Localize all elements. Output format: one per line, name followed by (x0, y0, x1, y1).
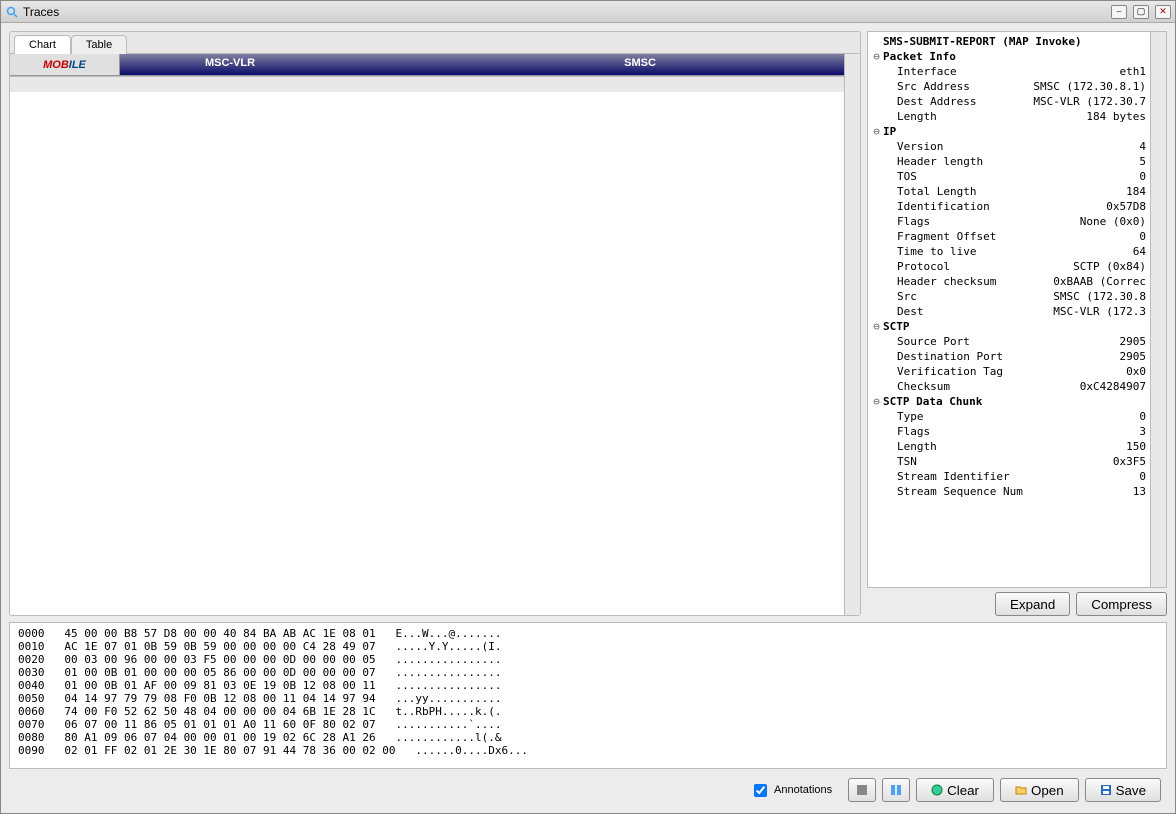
tree-item[interactable]: Stream Sequence Num13 (872, 484, 1146, 499)
chart-pane: Chart Table MOBILE MSC-VLRSMSC SMS-SUBMI… (9, 31, 861, 616)
open-button[interactable]: Open (1000, 778, 1079, 802)
tree-section[interactable]: SMS-SUBMIT-REPORT (MAP Invoke) (872, 34, 1146, 49)
upper-panes: Chart Table MOBILE MSC-VLR SMSC SMS-SUBMI… (9, 31, 1167, 616)
tree-item[interactable]: Fragment Offset0 (872, 229, 1146, 244)
tree-item[interactable]: Source Port2905 (872, 334, 1146, 349)
tab-chart[interactable]: Chart (14, 35, 71, 54)
annotations-checkbox[interactable] (754, 784, 767, 797)
tree-item[interactable]: FlagsNone (0x0) (872, 214, 1146, 229)
footer-toolbar: Annotations Clear Open Save (9, 775, 1167, 805)
lane-header-label: SMSC (624, 57, 656, 69)
tree-item[interactable]: Src AddressSMSC (172.30.8.1) (872, 79, 1146, 94)
tree-item[interactable]: SrcSMSC (172.30.8 (872, 289, 1146, 304)
tree-item[interactable]: Time to live64 (872, 244, 1146, 259)
pause-button[interactable] (882, 778, 910, 802)
tree-section[interactable]: ⊖SCTP (872, 319, 1146, 334)
traces-window: Traces ⎯ ▢ ✕ Chart Table MOBILE (0, 0, 1176, 814)
tree-item[interactable]: Identification0x57D8 (872, 199, 1146, 214)
tree-item[interactable]: TSN0x3F5 (872, 454, 1146, 469)
annotations-label: Annotations (774, 784, 832, 796)
tab-table[interactable]: Table (71, 35, 127, 54)
stop-button[interactable] (848, 778, 876, 802)
chart-logo: MOBILE (10, 54, 120, 75)
minimize-icon[interactable]: ⎯ (1111, 5, 1127, 19)
tree-item[interactable]: Header checksum0xBAAB (Correc (872, 274, 1146, 289)
tree-section[interactable]: ⊖SCTP Data Chunk (872, 394, 1146, 409)
annotations-toggle[interactable]: Annotations (750, 781, 832, 800)
window-title: Traces (23, 5, 1105, 19)
tree-item[interactable]: Interfaceeth1 (872, 64, 1146, 79)
chart-hscroll[interactable] (10, 76, 844, 92)
chart-header: MOBILE MSC-VLR SMSC (10, 54, 844, 76)
globe-icon (931, 784, 943, 796)
titlebar[interactable]: Traces ⎯ ▢ ✕ (1, 1, 1175, 23)
save-button[interactable]: Save (1085, 778, 1161, 802)
details-pane: SMS-SUBMIT-REPORT (MAP Invoke)⊖Packet In… (867, 31, 1167, 616)
compress-button[interactable]: Compress (1076, 592, 1167, 616)
tree-vscroll[interactable] (1150, 32, 1166, 587)
tree-item[interactable]: Verification Tag0x0 (872, 364, 1146, 379)
tree-section[interactable]: ⊖Packet Info (872, 49, 1146, 64)
expand-button[interactable]: Expand (995, 592, 1070, 616)
maximize-icon[interactable]: ▢ (1133, 5, 1149, 19)
packet-tree[interactable]: SMS-SUBMIT-REPORT (MAP Invoke)⊖Packet In… (867, 31, 1167, 588)
folder-icon (1015, 784, 1027, 796)
tree-item[interactable]: Version4 (872, 139, 1146, 154)
lane-header-label: MSC-VLR (205, 57, 255, 69)
tree-item[interactable]: Header length5 (872, 154, 1146, 169)
tree-item[interactable]: Length150 (872, 439, 1146, 454)
search-icon (5, 5, 19, 19)
tree-item[interactable]: TOS0 (872, 169, 1146, 184)
tree-item[interactable]: Checksum0xC4284907 (872, 379, 1146, 394)
tree-item[interactable]: Stream Identifier0 (872, 469, 1146, 484)
clear-button[interactable]: Clear (916, 778, 994, 802)
disk-icon (1100, 784, 1112, 796)
tree-item[interactable]: Length184 bytes (872, 109, 1146, 124)
tree-item[interactable]: Destination Port2905 (872, 349, 1146, 364)
tree-item[interactable]: Dest AddressMSC-VLR (172.30.7 (872, 94, 1146, 109)
tree-item[interactable]: Type0 (872, 409, 1146, 424)
tree-item[interactable]: Flags3 (872, 424, 1146, 439)
content: Chart Table MOBILE MSC-VLR SMSC SMS-SUBMI… (1, 23, 1175, 813)
tree-item[interactable]: DestMSC-VLR (172.3 (872, 304, 1146, 319)
tabstrip: Chart Table (10, 32, 860, 54)
chart-vscroll[interactable] (844, 54, 860, 615)
close-icon[interactable]: ✕ (1155, 5, 1171, 19)
hex-dump[interactable]: 0000 45 00 00 B8 57 D8 00 00 40 84 BA AB… (9, 622, 1167, 769)
tree-item[interactable]: Total Length184 (872, 184, 1146, 199)
tree-item[interactable]: ProtocolSCTP (0x84) (872, 259, 1146, 274)
tree-section[interactable]: ⊖IP (872, 124, 1146, 139)
